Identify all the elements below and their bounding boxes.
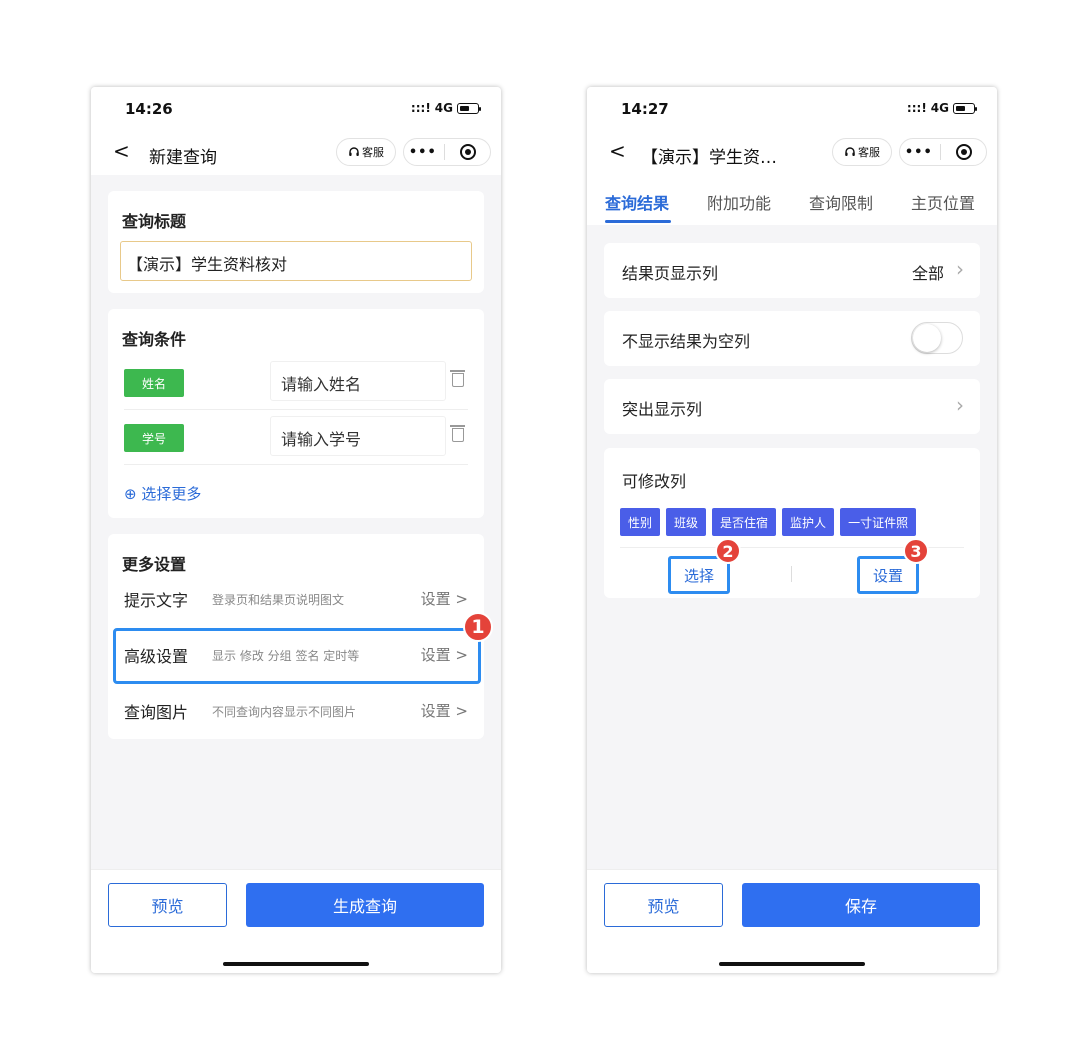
capsule-menu: ••• — [403, 138, 491, 166]
status-bar: 14:26 :::! 4G — [91, 87, 501, 129]
preview-button[interactable]: 预览 — [108, 883, 227, 927]
setting-action[interactable]: 设置 > — [421, 588, 468, 609]
condition-tag[interactable]: 学号 — [124, 424, 184, 452]
nav-bar: < 【演示】学生资… 客服 ••• — [587, 129, 997, 175]
footer: 预览 保存 — [587, 869, 997, 973]
back-icon[interactable]: < — [113, 139, 130, 163]
headset-icon — [349, 147, 359, 156]
home-indicator — [223, 962, 369, 966]
condition-row-student-id: 学号 请输入学号 — [124, 410, 468, 465]
capsule-divider — [443, 144, 445, 160]
status-bar: 14:27 :::! 4G — [587, 87, 997, 129]
result-columns-label: 结果页显示列 — [622, 264, 719, 283]
customer-service-label: 客服 — [362, 146, 384, 159]
close-miniprogram-button[interactable] — [943, 144, 986, 160]
column-chip: 一寸证件照 — [840, 508, 917, 536]
footer: 预览 生成查询 — [91, 869, 501, 973]
headset-icon — [845, 147, 855, 156]
chevron-right-icon: › — [956, 393, 964, 417]
query-title-heading: 查询标题 — [122, 212, 187, 231]
target-icon — [460, 144, 477, 160]
customer-service-button[interactable]: 客服 — [832, 138, 892, 166]
column-chip: 班级 — [666, 508, 707, 536]
tab-query-limits[interactable]: 查询限制 — [809, 190, 873, 214]
status-time: 14:27 — [621, 100, 669, 118]
setting-action[interactable]: 设置 > — [421, 700, 468, 721]
setting-row-query-image[interactable]: 查询图片 不同查询内容显示不同图片 设置 > — [124, 688, 468, 732]
generate-query-button[interactable]: 生成查询 — [246, 883, 484, 927]
setting-label: 查询图片 — [124, 703, 189, 722]
step-badge-2: 2 — [715, 538, 741, 564]
tab-query-results[interactable]: 查询结果 — [605, 190, 669, 214]
tab-extra-features[interactable]: 附加功能 — [707, 190, 771, 214]
select-more-link[interactable]: ⊕ 选择更多 — [124, 483, 201, 504]
chevron-right-icon: › — [956, 257, 964, 281]
highlight-columns-row[interactable]: 突出显示列 › — [604, 379, 980, 434]
more-icon[interactable]: ••• — [900, 145, 938, 160]
setting-desc: 不同查询内容显示不同图片 — [212, 705, 357, 719]
network-label: 4G — [434, 101, 453, 115]
status-time: 14:26 — [125, 100, 173, 118]
battery-icon — [457, 102, 481, 114]
column-chip: 性别 — [620, 508, 661, 536]
phone-query-settings: 14:27 :::! 4G < 【演示】学生资… 客服 ••• 查询结果 附加功… — [587, 87, 997, 973]
column-chip: 监护人 — [782, 508, 835, 536]
setting-desc: 登录页和结果页说明图文 — [212, 593, 345, 607]
editable-columns-heading: 可修改列 — [622, 472, 687, 491]
capsule-menu: ••• — [899, 138, 987, 166]
editable-columns-card: 可修改列 性别 班级 是否住宿 监护人 一寸证件照 选择 设置 — [604, 448, 980, 598]
tab-homepage-position[interactable]: 主页位置 — [911, 190, 975, 214]
column-chip: 是否住宿 — [712, 508, 777, 536]
target-icon — [956, 144, 973, 160]
query-title-input[interactable]: 【演示】学生资料核对 — [120, 241, 472, 281]
battery-icon — [953, 102, 977, 114]
page-title: 新建查询 — [149, 148, 217, 168]
query-title-card: 查询标题 【演示】学生资料核对 — [108, 191, 484, 293]
nav-bar: < 新建查询 客服 ••• — [91, 129, 501, 175]
query-conditions-card: 查询条件 姓名 请输入姓名 学号 请输入学号 ⊕ 选择更多 — [108, 309, 484, 518]
customer-service-button[interactable]: 客服 — [336, 138, 396, 166]
preview-button[interactable]: 预览 — [604, 883, 723, 927]
highlight-columns-label: 突出显示列 — [622, 400, 703, 419]
back-icon[interactable]: < — [609, 139, 626, 163]
home-indicator — [719, 962, 865, 966]
signal-icon: :::! — [410, 101, 431, 115]
trash-icon[interactable] — [450, 425, 465, 442]
result-columns-value: 全部 — [911, 264, 944, 283]
signal-icon: :::! — [906, 101, 927, 115]
page-title: 【演示】学生资… — [641, 148, 777, 168]
active-tab-indicator — [605, 220, 671, 223]
step-badge-3: 3 — [903, 538, 929, 564]
advanced-settings-highlight — [113, 628, 481, 684]
trash-icon[interactable] — [450, 370, 465, 387]
query-conditions-heading: 查询条件 — [122, 330, 187, 349]
customer-service-label: 客服 — [858, 146, 880, 159]
more-settings-heading: 更多设置 — [122, 555, 187, 574]
status-indicators: :::! 4G — [906, 101, 977, 115]
setting-row-hint-text[interactable]: 提示文字 登录页和结果页说明图文 设置 > — [124, 576, 468, 620]
tab-bar: 查询结果 附加功能 查询限制 主页位置 — [587, 175, 997, 225]
close-miniprogram-button[interactable] — [447, 144, 490, 160]
hide-empty-row: 不显示结果为空列 — [604, 311, 980, 366]
step-badge-1: 1 — [463, 612, 493, 642]
editable-columns-chips: 性别 班级 是否住宿 监护人 一寸证件照 — [620, 508, 917, 536]
capsule-divider — [939, 144, 941, 160]
hide-empty-toggle[interactable] — [911, 322, 963, 354]
more-icon[interactable]: ••• — [404, 145, 442, 160]
status-indicators: :::! 4G — [410, 101, 481, 115]
condition-tag[interactable]: 姓名 — [124, 369, 184, 397]
hide-empty-label: 不显示结果为空列 — [622, 332, 751, 351]
name-input[interactable]: 请输入姓名 — [270, 361, 446, 401]
save-button[interactable]: 保存 — [742, 883, 980, 927]
button-separator — [791, 566, 792, 582]
network-label: 4G — [930, 101, 949, 115]
phone-new-query: 14:26 :::! 4G < 新建查询 客服 ••• 查询标题 【演示】学生资… — [91, 87, 501, 973]
condition-row-name: 姓名 请输入姓名 — [124, 355, 468, 410]
setting-label: 提示文字 — [124, 591, 189, 610]
student-id-input[interactable]: 请输入学号 — [270, 416, 446, 456]
result-columns-row[interactable]: 结果页显示列 全部 › — [604, 243, 980, 298]
